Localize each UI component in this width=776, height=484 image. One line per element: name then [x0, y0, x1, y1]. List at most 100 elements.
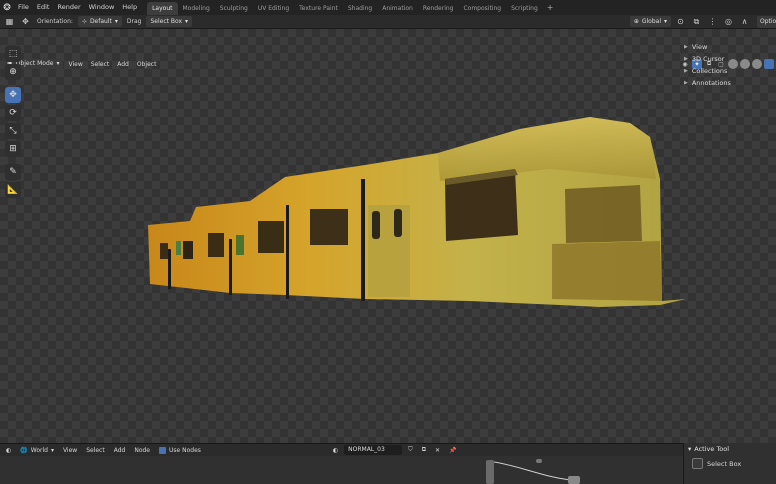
- node-links: [493, 461, 571, 481]
- tool-header: ▦ ✥ Orientation: ⊹ Default ▾ Drag Select…: [0, 15, 776, 29]
- tab-scripting[interactable]: Scripting: [506, 2, 543, 15]
- node[interactable]: [568, 476, 580, 484]
- active-tool-panel: ▾ Active Tool Select Box: [683, 443, 776, 484]
- chevron-right-icon: ▶: [684, 56, 688, 62]
- panel-section-annotations[interactable]: ▶ Annotations: [678, 77, 776, 89]
- fake-user-icon[interactable]: ⛉: [405, 446, 416, 454]
- measure-tool-icon[interactable]: 📐: [5, 182, 21, 198]
- viewport-menu-view[interactable]: View: [65, 61, 85, 68]
- options-button[interactable]: Option: [757, 16, 776, 28]
- orientation-value: Default: [89, 18, 112, 25]
- node-editor-type-icon[interactable]: ◐: [3, 447, 14, 454]
- sidebar-panel: ▶ View ▶ 3D Cursor ▶ Collections ▶ Annot…: [678, 41, 776, 89]
- tab-compositing[interactable]: Compositing: [458, 2, 506, 15]
- panel-section-label: 3D Cursor: [691, 55, 725, 63]
- transform-orientation-dropdown[interactable]: ⊕ Global ▾: [629, 16, 671, 27]
- train-car-model: [148, 117, 686, 307]
- menu-window[interactable]: Window: [85, 0, 119, 15]
- checkbox-checked-icon: [159, 446, 167, 454]
- node-menu-select[interactable]: Select: [83, 447, 108, 454]
- editor-type-icon[interactable]: ▦: [3, 16, 16, 27]
- node-editor-header: ◐ 🌐 World ▾ View Select Add Node Use Nod…: [0, 443, 683, 456]
- orientation-label: Orientation:: [37, 18, 73, 25]
- world-icon: 🌐: [20, 446, 28, 454]
- drag-value: Select Box: [150, 18, 183, 25]
- orientation-dropdown[interactable]: ⊹ Default ▾: [77, 16, 122, 27]
- chevron-down-icon: ▾: [185, 18, 189, 25]
- panel-section-label: Collections: [691, 67, 728, 75]
- use-nodes-checkbox[interactable]: Use Nodes: [156, 446, 204, 454]
- menu-edit[interactable]: Edit: [33, 0, 54, 15]
- panel-section-3d-cursor[interactable]: ▶ 3D Cursor: [678, 53, 776, 65]
- chevron-down-icon: ▾: [688, 445, 692, 453]
- active-tool-name: Select Box: [707, 459, 742, 468]
- world-name-field[interactable]: NORMAL_03: [344, 445, 403, 455]
- menu-render[interactable]: Render: [53, 0, 84, 15]
- viewport-menu-object[interactable]: Object: [134, 61, 160, 68]
- tab-uv-editing[interactable]: UV Editing: [253, 2, 294, 15]
- active-tool-row[interactable]: Select Box: [684, 458, 776, 469]
- pin-icon[interactable]: 📌: [446, 447, 459, 454]
- delete-icon[interactable]: ✕: [432, 447, 443, 454]
- tab-animation[interactable]: Animation: [377, 2, 418, 15]
- top-menu-bar: ❂ File Edit Render Window Help Layout Mo…: [0, 0, 776, 15]
- rotate-tool-icon[interactable]: ⟳: [5, 105, 21, 121]
- viewport-header: ▣ Object Mode ▾ View Select Add Object: [0, 58, 776, 70]
- chevron-down-icon: ▾: [50, 446, 54, 454]
- node-canvas[interactable]: [0, 456, 683, 484]
- drag-label: Drag: [126, 18, 142, 25]
- global-axes-icon: ⊕: [633, 18, 639, 25]
- world-browse-icon[interactable]: ◐: [330, 447, 341, 454]
- transform-tool-icon[interactable]: ⊞: [5, 141, 21, 157]
- select-box-tool-icon[interactable]: ⬚: [5, 46, 21, 62]
- viewport-menu-add[interactable]: Add: [114, 61, 132, 68]
- panel-section-view[interactable]: ▶ View: [678, 41, 776, 53]
- chevron-down-icon: ▾: [56, 60, 60, 67]
- chevron-right-icon: ▶: [684, 68, 688, 74]
- drag-dropdown[interactable]: Select Box ▾: [146, 16, 193, 27]
- menu-help[interactable]: Help: [118, 0, 141, 15]
- tab-texture-paint[interactable]: Texture Paint: [294, 2, 343, 15]
- use-nodes-label: Use Nodes: [169, 446, 201, 454]
- chevron-down-icon: ▾: [114, 18, 118, 25]
- tab-shading[interactable]: Shading: [343, 2, 377, 15]
- active-tool-title: Active Tool: [694, 445, 730, 453]
- chevron-down-icon: ▾: [663, 18, 667, 25]
- chevron-right-icon: ▶: [684, 80, 688, 86]
- annotate-tool-icon[interactable]: ✎: [5, 164, 21, 180]
- shader-type-dropdown[interactable]: 🌐 World ▾: [17, 447, 57, 454]
- tab-rendering[interactable]: Rendering: [418, 2, 459, 15]
- snap-icon[interactable]: ⧉: [690, 16, 703, 27]
- move-tool-icon[interactable]: ✥: [5, 87, 21, 103]
- select-box-icon: [692, 458, 703, 469]
- tab-layout[interactable]: Layout: [147, 2, 178, 15]
- viewport-menu-select[interactable]: Select: [88, 61, 113, 68]
- falloff-icon[interactable]: ∧: [738, 16, 751, 27]
- snap-target-icon[interactable]: ⋮: [706, 16, 719, 27]
- node-menu-view[interactable]: View: [60, 447, 80, 454]
- panel-section-label: View: [691, 43, 708, 51]
- transform-orientation-value: Global: [641, 18, 661, 25]
- blender-logo-icon[interactable]: ❂: [0, 0, 14, 15]
- add-workspace-button[interactable]: +: [543, 3, 558, 12]
- chevron-right-icon: ▶: [684, 44, 688, 50]
- scale-tool-icon[interactable]: ⤡: [5, 123, 21, 139]
- duplicate-icon[interactable]: ⧉: [419, 446, 429, 454]
- move-tool-icon[interactable]: ✥: [19, 16, 32, 27]
- tab-modeling[interactable]: Modeling: [178, 2, 215, 15]
- proportional-editing-icon[interactable]: ◎: [722, 16, 735, 27]
- panel-section-label: Annotations: [691, 79, 731, 87]
- node-menu-add[interactable]: Add: [111, 447, 129, 454]
- cursor-tool-icon[interactable]: ⊕: [5, 64, 21, 80]
- pivot-point-icon[interactable]: ⊙: [674, 16, 687, 27]
- tool-shelf: ⬚ ⊕ ✥ ⟳ ⤡ ⊞ ✎ 📐: [5, 46, 23, 198]
- 3d-viewport[interactable]: ▣ Object Mode ▾ View Select Add Object ◉…: [0, 29, 776, 443]
- shader-type-value: World: [30, 446, 48, 454]
- tab-sculpting[interactable]: Sculpting: [215, 2, 253, 15]
- active-tool-header[interactable]: ▾ Active Tool: [684, 443, 776, 456]
- panel-section-collections[interactable]: ▶ Collections: [678, 65, 776, 77]
- node-menu-node[interactable]: Node: [131, 447, 153, 454]
- menu-file[interactable]: File: [14, 0, 33, 15]
